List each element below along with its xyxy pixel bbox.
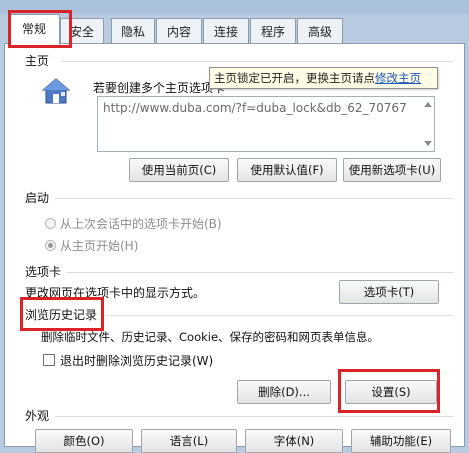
startup-last-session-radio[interactable] — [45, 218, 56, 229]
tab-strip: 常规 安全 隐私 内容 连接 程序 高级 — [0, 14, 469, 45]
tab-programs[interactable]: 程序 — [250, 18, 296, 44]
tooltip-text: 主页锁定已开启，更换主页请点 — [214, 71, 375, 85]
startup-group-divider — [55, 198, 453, 199]
tabs-group-title: 选项卡 — [25, 265, 62, 279]
homepage-url-value: http://www.duba.com/?f=duba_lock&db_62_7… — [103, 101, 407, 115]
accessibility-button[interactable]: 辅助功能(E) — [351, 429, 451, 453]
startup-home-label: 从主页开始(H) — [60, 239, 139, 253]
appearance-group-title: 外观 — [25, 409, 50, 423]
tab-general[interactable]: 常规 — [8, 14, 60, 45]
fonts-button[interactable]: 字体(N) — [245, 429, 343, 453]
startup-group-title: 启动 — [25, 191, 50, 205]
delete-history-button[interactable]: 删除(D)... — [237, 380, 331, 404]
home-instruction: 若要创建多个主页选项卡 — [93, 81, 226, 95]
use-default-button[interactable]: 使用默认值(F) — [237, 158, 337, 182]
delete-on-exit-label: 退出时删除浏览历史记录(W) — [60, 354, 214, 368]
startup-home-radio[interactable] — [45, 240, 56, 251]
tab-security[interactable]: 安全 — [60, 18, 104, 44]
tab-content[interactable]: 内容 — [156, 18, 202, 44]
tab-connections[interactable]: 连接 — [203, 18, 249, 44]
home-lock-tooltip: 主页锁定已开启，更换主页请点修改主页 — [209, 67, 438, 89]
home-group-title: 主页 — [25, 54, 50, 68]
tabs-group-divider — [67, 272, 453, 273]
homepage-url-field[interactable]: http://www.duba.com/?f=duba_lock&db_62_7… — [97, 96, 435, 152]
languages-button[interactable]: 语言(L) — [141, 429, 237, 453]
use-current-button[interactable]: 使用当前页(C) — [129, 158, 229, 182]
colors-button[interactable]: 颜色(O) — [35, 429, 133, 453]
history-group-divider — [105, 315, 453, 316]
tab-privacy[interactable]: 隐私 — [111, 18, 155, 44]
settings-panel: 主页 若要创建多个主页选项卡 主页锁定已开启，更换主页请点修改主页 http:/… — [4, 43, 465, 453]
history-settings-button[interactable]: 设置(S) — [345, 380, 437, 404]
home-icon — [41, 77, 71, 105]
scroll-up-icon[interactable] — [424, 102, 432, 107]
modify-homepage-link[interactable]: 修改主页 — [375, 71, 421, 85]
startup-last-session-label: 从上次会话中的选项卡开始(B) — [60, 217, 222, 231]
home-group-divider — [61, 61, 453, 62]
history-desc: 删除临时文件、历史记录、Cookie、保存的密码和网页表单信息。 — [41, 330, 380, 344]
delete-on-exit-checkbox[interactable] — [43, 354, 55, 366]
use-new-tab-button[interactable]: 使用新选项卡(U) — [343, 158, 441, 182]
window-frame — [0, 0, 469, 14]
tab-advanced[interactable]: 高级 — [297, 18, 343, 44]
scroll-down-icon[interactable] — [424, 141, 432, 146]
appearance-group-divider — [55, 416, 453, 417]
tabs-group-desc: 更改网页在选项卡中的显示方式。 — [25, 286, 206, 300]
tabs-settings-button[interactable]: 选项卡(T) — [339, 280, 439, 304]
history-group-title: 浏览历史记录 — [25, 308, 98, 322]
